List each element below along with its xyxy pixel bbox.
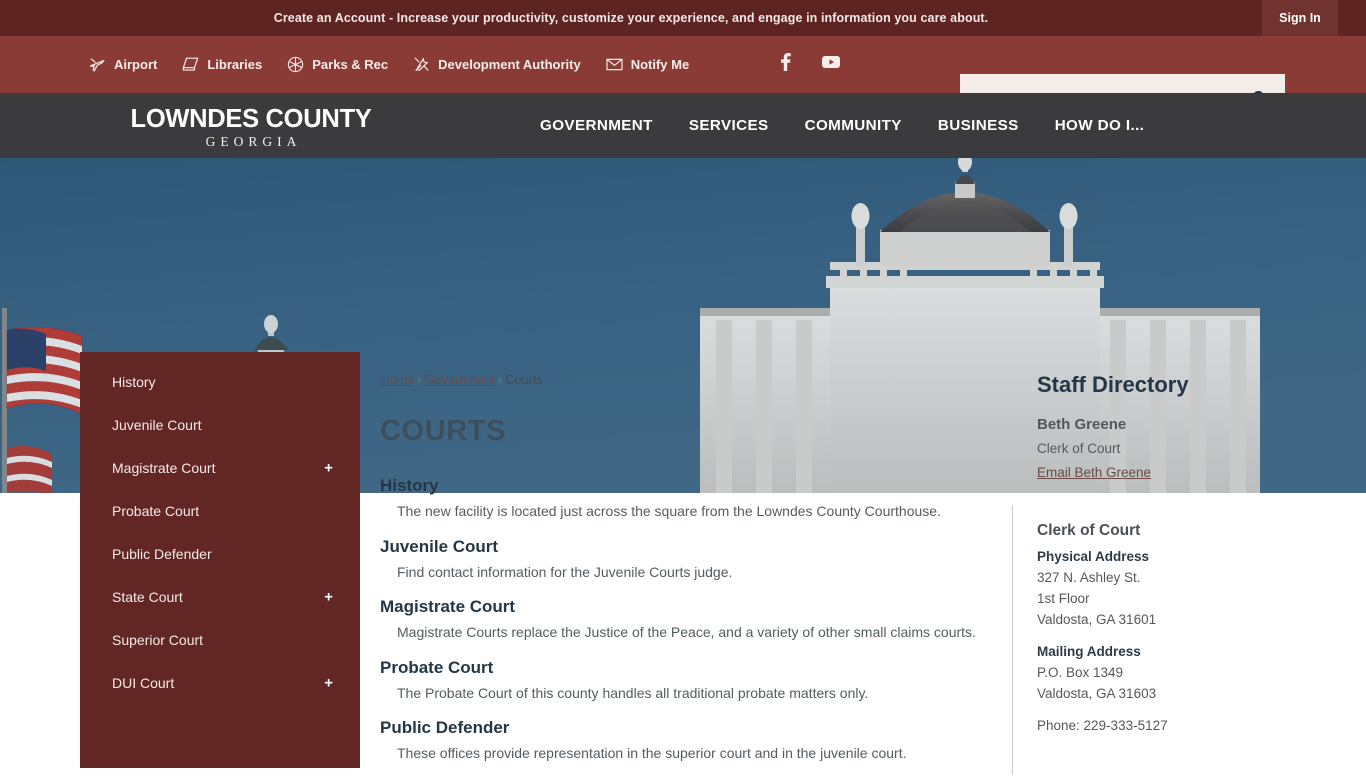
breadcrumb: Home › Government › Courts: [380, 372, 1000, 387]
nav-item-how-do-i[interactable]: HOW DO I...: [1055, 117, 1145, 134]
sidebar-item-label: Probate Court: [112, 502, 200, 519]
sidebar-item-probate-court[interactable]: Probate Court: [80, 489, 360, 532]
staff-directory-title: Staff Directory: [1037, 372, 1189, 397]
staff-email-link[interactable]: Email Beth Greene: [1037, 465, 1151, 480]
sidebar-item-juvenile-court[interactable]: Juvenile Court: [80, 403, 360, 446]
section-description: These offices provide representation in …: [397, 745, 907, 761]
sidebar-item-magistrate-court[interactable]: Magistrate Court +: [80, 446, 360, 489]
create-account-message[interactable]: Create an Account - Increase your produc…: [0, 0, 1262, 36]
sidebar-item-label: State Court: [112, 588, 183, 605]
youtube-icon[interactable]: [820, 54, 842, 75]
breadcrumb-separator: ›: [417, 372, 422, 387]
sidebar-item-label: Magistrate Court: [112, 459, 216, 476]
breadcrumb-current: Courts: [505, 372, 543, 387]
quick-link-libraries[interactable]: Libraries: [181, 55, 262, 74]
section-heading[interactable]: Juvenile Court: [380, 537, 1000, 557]
physical-address-line-1: 327 N. Ashley St.: [1037, 570, 1141, 585]
page-title: COURTS: [380, 415, 507, 447]
logo-secondary-text: GEORGIA: [205, 134, 302, 149]
sidebar-item-history[interactable]: History: [80, 360, 360, 403]
content-section-magistrate-court: Magistrate Court Magistrate Courts repla…: [380, 597, 1000, 642]
main-navigation-bar: LOWNDES COUNTY GEORGIA GOVERNMENT SERVIC…: [0, 93, 1366, 158]
facebook-icon[interactable]: [776, 51, 796, 78]
office-contact-block: Clerk of Court Physical Address 327 N. A…: [1037, 522, 1267, 733]
mailing-address-line-1: P.O. Box 1349: [1037, 665, 1124, 680]
sidebar-item-label: History: [112, 373, 156, 390]
sidebar-item-superior-court[interactable]: Superior Court: [80, 618, 360, 661]
nav-item-services[interactable]: SERVICES: [689, 117, 769, 134]
content-section-public-defender: Public Defender These offices provide re…: [380, 718, 1000, 763]
section-description: The Probate Court of this county handles…: [397, 684, 869, 701]
content-section-probate-court: Probate Court The Probate Court of this …: [380, 658, 1000, 703]
physical-address-line-3: Valdosta, GA 31601: [1037, 612, 1157, 627]
expand-icon[interactable]: +: [324, 674, 333, 691]
section-description: The new facility is located just across …: [397, 503, 941, 519]
mailing-address-line-2: Valdosta, GA 31603: [1037, 686, 1157, 701]
nav-item-business[interactable]: BUSINESS: [938, 117, 1019, 134]
expand-icon[interactable]: +: [324, 459, 333, 476]
sidebar-item-dui-court[interactable]: DUI Court +: [80, 661, 360, 704]
sidebar-item-public-defender[interactable]: Public Defender: [80, 532, 360, 575]
quick-link-label: Development Authority: [438, 57, 581, 72]
mailing-address-label: Mailing Address: [1037, 644, 1141, 659]
nav-items-group: GOVERNMENT SERVICES COMMUNITY BUSINESS H…: [540, 93, 1144, 158]
section-description: Magistrate Courts replace the Justice of…: [397, 624, 976, 640]
section-heading[interactable]: History: [380, 476, 1000, 496]
airplane-icon: [88, 55, 107, 74]
office-phone: Phone: 229-333-5127: [1037, 718, 1168, 733]
staff-role: Clerk of Court: [1037, 441, 1121, 456]
tools-icon: [412, 55, 431, 74]
main-content: Home › Government › Courts COURTS History Th…: [380, 372, 1000, 779]
staff-name: Beth Greene: [1037, 416, 1127, 433]
social-links-group: [776, 36, 842, 93]
book-icon: [181, 55, 200, 74]
section-description: Find contact information for the Juvenil…: [397, 563, 733, 580]
breadcrumb-separator: ›: [497, 372, 503, 387]
staff-directory-panel: Staff Directory Beth Greene Clerk of Cou…: [1012, 372, 1267, 775]
top-announcement-bar: Create an Account - Increase your produc…: [0, 0, 1366, 36]
content-section-history: History The new facility is located just…: [380, 476, 1000, 521]
vertical-divider: [1012, 505, 1013, 775]
utility-bar: Airport Libraries Parks & Rec Developmen…: [0, 36, 1366, 126]
site-logo[interactable]: LOWNDES COUNTY GEORGIA: [112, 105, 390, 151]
secondary-sidebar-navigation: History Juvenile Court Magistrate Court …: [80, 352, 360, 768]
breadcrumb-home[interactable]: Home: [380, 372, 414, 387]
sidebar-item-label: Superior Court: [112, 631, 204, 648]
quick-link-development-authority[interactable]: Development Authority: [412, 55, 581, 74]
expand-icon[interactable]: +: [324, 588, 333, 605]
quick-links-group: Airport Libraries Parks & Rec Developmen…: [88, 36, 713, 93]
parks-icon: [286, 55, 305, 74]
sidebar-item-label: Public Defender: [112, 545, 212, 562]
sidebar-top-spacer: [80, 352, 360, 360]
envelope-icon: [605, 55, 624, 74]
quick-link-label: Airport: [114, 57, 158, 72]
sign-in-button[interactable]: Sign In: [1262, 0, 1338, 36]
physical-address-label: Physical Address: [1037, 549, 1150, 564]
nav-item-community[interactable]: COMMUNITY: [805, 117, 902, 134]
sidebar-item-label: DUI Court: [112, 674, 175, 691]
quick-link-notify-me[interactable]: Notify Me: [605, 55, 690, 74]
logo-primary-text: LOWNDES COUNTY: [130, 105, 372, 133]
quick-link-label: Notify Me: [630, 57, 690, 72]
section-heading[interactable]: Probate Court: [380, 658, 1000, 678]
physical-address-line-2: 1st Floor: [1037, 591, 1090, 606]
quick-link-label: Libraries: [207, 57, 263, 72]
section-heading[interactable]: Magistrate Court: [380, 597, 1000, 617]
quick-link-label: Parks & Rec: [312, 57, 389, 72]
address-spacer: [1037, 630, 1267, 644]
content-section-juvenile-court: Juvenile Court Find contact information …: [380, 537, 1000, 582]
quick-link-airport[interactable]: Airport: [88, 55, 157, 74]
breadcrumb-government[interactable]: Government: [424, 372, 494, 387]
office-title: Clerk of Court: [1037, 522, 1141, 539]
sidebar-item-state-court[interactable]: State Court +: [80, 575, 360, 618]
sidebar-item-label: Juvenile Court: [112, 416, 202, 433]
section-heading[interactable]: Public Defender: [380, 718, 1000, 738]
nav-item-government[interactable]: GOVERNMENT: [540, 117, 653, 134]
quick-link-parks-rec[interactable]: Parks & Rec: [286, 55, 388, 74]
